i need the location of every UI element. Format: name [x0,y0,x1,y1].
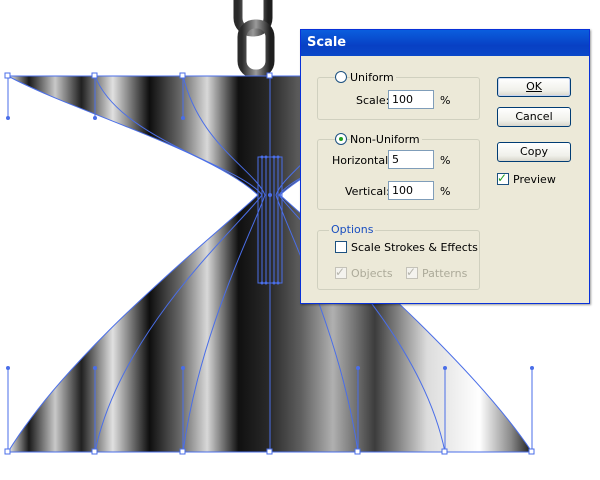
check-icon: ✓ [406,265,417,279]
horizontal-input[interactable]: 5 [388,150,434,169]
vertical-input[interactable]: 100 [388,181,434,200]
patterns-checkbox[interactable]: ✓ [406,265,418,279]
non-uniform-label[interactable]: Non-Uniform [350,133,422,146]
vertical-label: Vertical: [345,185,390,198]
copy-button[interactable]: Copy [497,142,571,162]
options-group [317,230,480,290]
scale-label: Scale: [356,94,390,107]
scale-strokes-checkbox[interactable] [335,241,347,253]
dialog-title[interactable]: Scale [301,30,589,56]
non-uniform-radio[interactable] [335,133,347,145]
patterns-label[interactable]: Patterns [422,267,467,280]
scale-input[interactable]: 100 [388,90,434,109]
scale-dialog: Scale Uniform Scale: 100 % Non-Uniform H… [300,29,590,304]
horizontal-percent-unit: % [440,154,451,167]
uniform-label[interactable]: Uniform [350,71,396,84]
ok-button-label: OK [526,80,542,93]
options-legend: Options [329,223,376,236]
ok-button[interactable]: OK [497,77,571,97]
check-icon: ✓ [497,171,508,185]
vertical-percent-unit: % [440,185,451,198]
preview-label[interactable]: Preview [513,173,556,186]
cancel-button-label: Cancel [515,110,553,123]
scale-percent-unit: % [440,94,451,107]
radio-selected-dot [339,137,343,141]
copy-button-label: Copy [520,145,548,158]
scale-strokes-label[interactable]: Scale Strokes & Effects [351,241,478,254]
horizontal-label: Horizontal: [332,154,392,167]
chain-graphic [233,0,275,79]
check-icon: ✓ [335,265,346,279]
cancel-button[interactable]: Cancel [497,107,571,127]
objects-checkbox[interactable]: ✓ [335,265,347,279]
preview-checkbox[interactable]: ✓ [497,171,509,185]
uniform-radio[interactable] [335,71,347,83]
objects-label[interactable]: Objects [351,267,393,280]
